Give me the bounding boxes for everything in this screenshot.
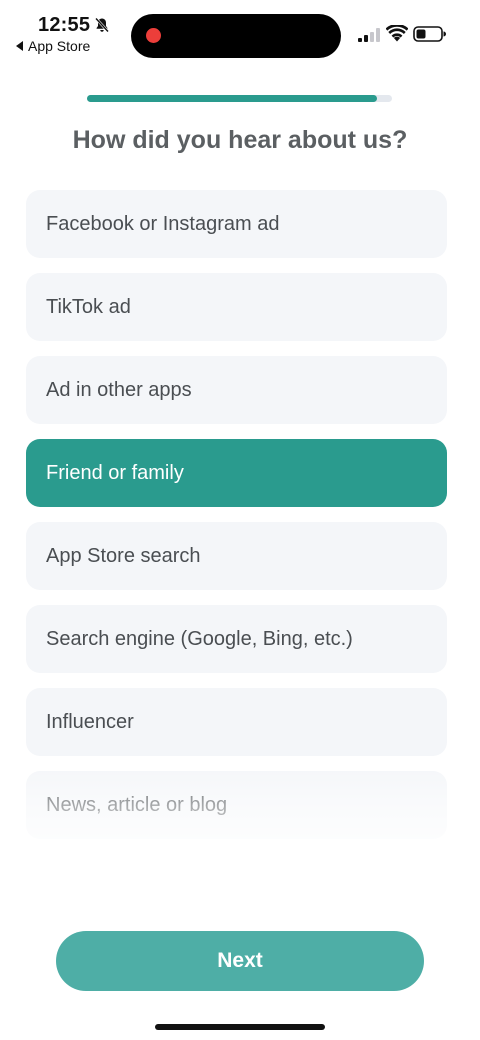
recording-dot-icon (146, 28, 161, 43)
option-ad-in-other-apps[interactable]: Ad in other apps (26, 356, 447, 424)
bell-slash-icon (95, 17, 109, 33)
cellular-signal-icon (358, 28, 380, 42)
option-search-engine[interactable]: Search engine (Google, Bing, etc.) (26, 605, 447, 673)
page-title: How did you hear about us? (72, 126, 408, 154)
option-influencer[interactable]: Influencer (26, 688, 447, 756)
option-app-store-search[interactable]: App Store search (26, 522, 447, 590)
home-indicator (155, 1024, 325, 1030)
option-friend-or-family[interactable]: Friend or family (26, 439, 447, 507)
back-app-label: App Store (28, 38, 91, 54)
option-news-article-blog[interactable]: News, article or blog (26, 771, 447, 839)
status-bar: 12:55 App Store (0, 0, 480, 62)
status-time: 12:55 (38, 14, 91, 36)
option-facebook-instagram-ad[interactable]: Facebook or Instagram ad (26, 190, 447, 258)
option-tiktok-ad[interactable]: TikTok ad (26, 273, 447, 341)
progress-fill (87, 95, 377, 102)
source-options-list: Facebook or Instagram ad TikTok ad Ad in… (26, 190, 447, 854)
wifi-icon (386, 25, 408, 42)
battery-icon (413, 26, 446, 42)
onboarding-progress-bar (87, 95, 392, 102)
next-button[interactable]: Next (56, 931, 424, 991)
dynamic-island (131, 14, 341, 58)
back-to-app-link[interactable]: App Store (16, 38, 90, 54)
back-triangle-icon (16, 41, 23, 51)
